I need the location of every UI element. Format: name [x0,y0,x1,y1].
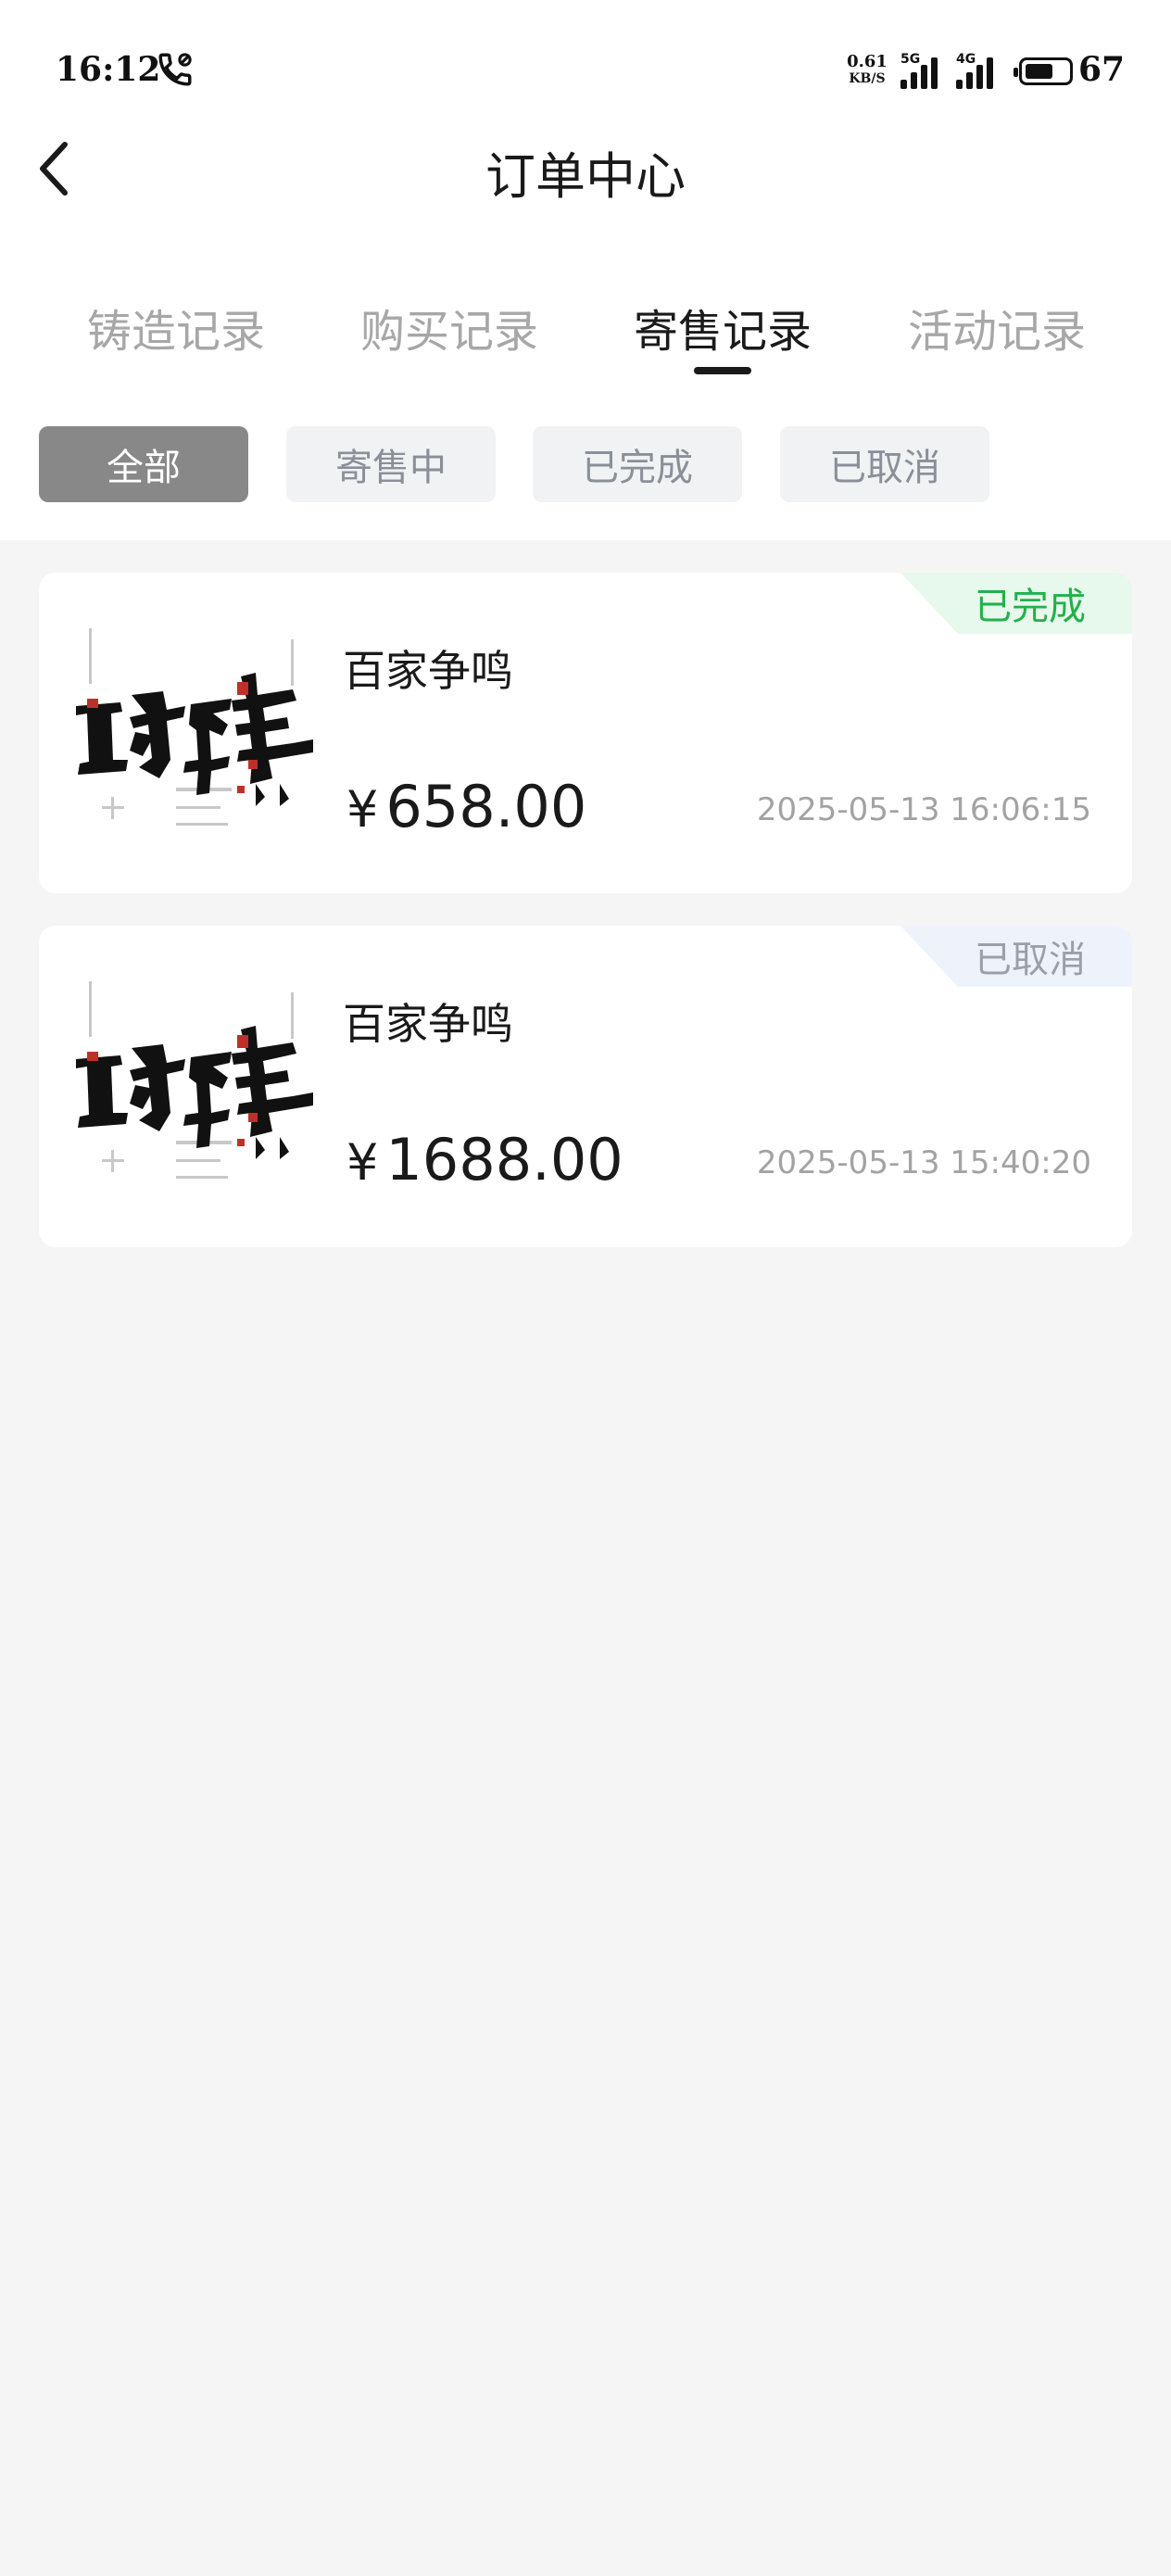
tab-mint-records[interactable]: 铸造记录 [46,295,306,360]
order-card[interactable]: 已完成 百家争鸣 ¥ 658.00 2025-05-13 16:06:15 [39,573,1132,893]
filter-completed[interactable]: 已完成 [533,426,742,502]
status-time: 16:12 [56,50,161,89]
status-badge: 已完成 [900,573,1132,634]
network-speed: 0.61 KB/S [847,52,888,86]
price-value: 658.00 [385,773,587,840]
tab-consignment-records[interactable]: 寄售记录 [593,295,852,360]
status-badge: 已取消 [900,926,1132,987]
tab-activity-records[interactable]: 活动记录 [867,295,1127,360]
active-tab-indicator [694,367,751,374]
filter-all[interactable]: 全部 [39,426,248,502]
battery-percent: 67 [1078,50,1126,89]
filter-cancelled[interactable]: 已取消 [780,426,989,502]
currency-symbol: ¥ [346,1133,379,1192]
page-title: 订单中心 [485,147,686,206]
product-name: 百家争鸣 [343,646,513,696]
filter-on-sale[interactable]: 寄售中 [286,426,496,502]
order-datetime: 2025-05-13 15:40:20 [756,1144,1091,1181]
order-card[interactable]: 已取消 百家争鸣 ¥ 1688.00 2025-05-13 15:40:20 [39,926,1132,1247]
signal-5g-icon: 5G [900,52,945,89]
status-bar: 16:12 0.61 KB/S 5G 4G 67 [0,37,1171,107]
price-value: 1688.00 [385,1126,623,1193]
order-datetime: 2025-05-13 16:06:15 [756,791,1091,828]
order-price: ¥1688.00 [346,1126,623,1193]
artwork-thumbnail [74,974,313,1213]
product-name: 百家争鸣 [343,999,513,1049]
order-price: ¥658.00 [346,773,586,840]
battery-icon [1014,57,1073,85]
signal-4g-icon: 4G [956,52,1001,89]
artwork-thumbnail [74,621,313,860]
call-icon [158,53,192,86]
currency-symbol: ¥ [346,780,379,839]
tab-purchase-records[interactable]: 购买记录 [320,295,579,360]
